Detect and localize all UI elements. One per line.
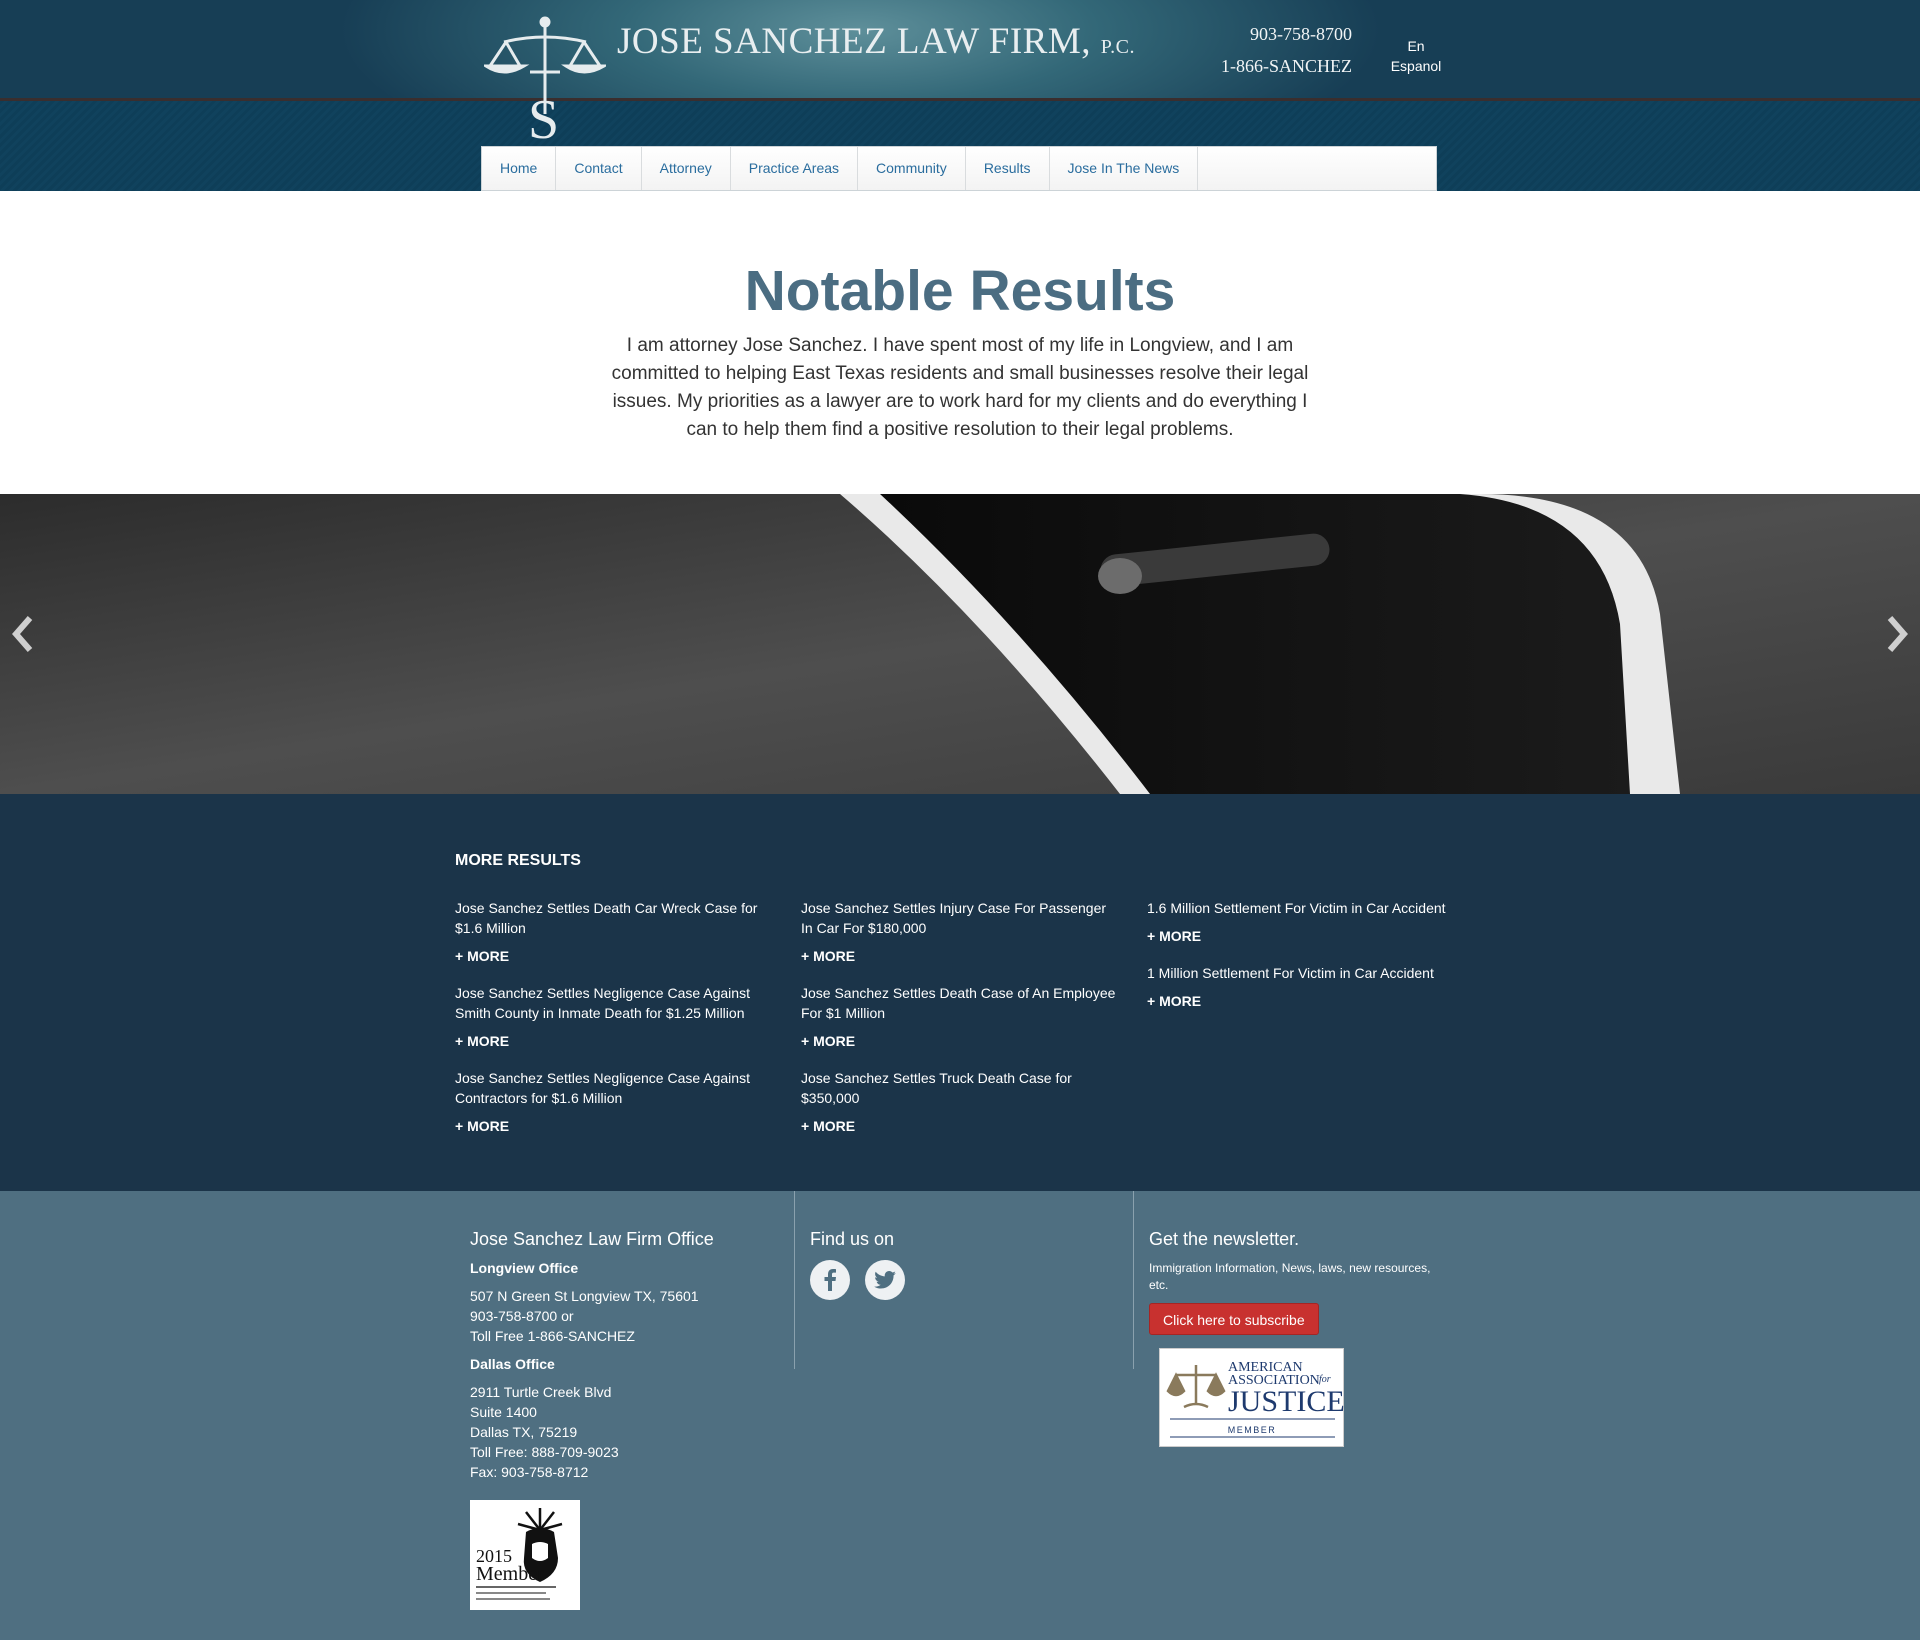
result-item: 1 Million Settlement For Victim in Car A… (1147, 963, 1467, 1009)
nav-community[interactable]: Community (858, 147, 966, 190)
slider-prev-chevron-left-icon[interactable] (8, 614, 38, 654)
member-2015-badge[interactable]: 2015 Member (470, 1500, 580, 1610)
toll-free-line[interactable]: Toll Free: 888-709-9023 (470, 1442, 770, 1462)
result-item: Jose Sanchez Settles Death Case of An Em… (801, 983, 1119, 1049)
subscribe-button[interactable]: Click here to subscribe (1149, 1303, 1319, 1335)
site-footer: Jose Sanchez Law Firm Office Longview Of… (0, 1191, 1920, 1640)
firm-suffix: P.C. (1100, 36, 1136, 58)
footer-office-column: Jose Sanchez Law Firm Office Longview Of… (470, 1229, 770, 1492)
result-title[interactable]: Jose Sanchez Settles Death Case of An Em… (801, 983, 1119, 1023)
footer-divider (1133, 1191, 1134, 1369)
social-links (810, 1260, 1110, 1300)
lang-english-link[interactable]: En (1384, 36, 1448, 56)
address-line: 507 N Green St Longview TX, 75601 (470, 1288, 699, 1304)
nav-jose-in-the-news[interactable]: Jose In The News (1050, 147, 1199, 190)
dallas-address: 2911 Turtle Creek Blvd Suite 1400 Dallas… (470, 1382, 770, 1482)
result-title[interactable]: 1 Million Settlement For Victim in Car A… (1147, 963, 1467, 983)
result-more-link[interactable]: + MORE (801, 948, 1119, 964)
result-more-link[interactable]: + MORE (801, 1033, 1119, 1049)
address-line: Suite 1400 (470, 1404, 537, 1420)
result-more-link[interactable]: + MORE (801, 1118, 1119, 1134)
firm-name: JOSE SANCHEZ LAW FIRM, (617, 21, 1092, 62)
result-more-link[interactable]: + MORE (455, 1118, 773, 1134)
phone-toll-free[interactable]: 1-866-SANCHEZ (1221, 56, 1352, 77)
result-item: Jose Sanchez Settles Injury Case For Pas… (801, 898, 1119, 964)
result-title[interactable]: Jose Sanchez Settles Injury Case For Pas… (801, 898, 1119, 938)
footer-newsletter-column: Get the newsletter. Immigration Informat… (1149, 1229, 1469, 1335)
result-title[interactable]: 1.6 Million Settlement For Victim in Car… (1147, 898, 1467, 918)
office-heading: Jose Sanchez Law Firm Office (470, 1229, 714, 1249)
longview-office-label: Longview Office (470, 1260, 579, 1276)
result-title[interactable]: Jose Sanchez Settles Truck Death Case fo… (801, 1068, 1119, 1108)
aaj-line-for: for (1319, 1374, 1331, 1385)
firm-name-logo[interactable]: JOSE SANCHEZ LAW FIRM, P.C. (617, 20, 1135, 63)
phone-local[interactable]: 903-758-8700 (1250, 24, 1352, 45)
result-more-link[interactable]: + MORE (1147, 928, 1467, 944)
more-results-section: MORE RESULTS Jose Sanchez Settles Death … (0, 794, 1920, 1191)
nav-attorney[interactable]: Attorney (642, 147, 731, 190)
twitter-icon[interactable] (865, 1260, 905, 1300)
scales-of-justice-logo-icon[interactable]: S (484, 14, 606, 142)
result-item: Jose Sanchez Settles Negligence Case Aga… (455, 1068, 773, 1134)
longview-address: 507 N Green St Longview TX, 75601 903-75… (470, 1286, 770, 1346)
result-more-link[interactable]: + MORE (1147, 993, 1467, 1009)
find-us-heading: Find us on (810, 1229, 895, 1249)
dallas-office-label: Dallas Office (470, 1356, 555, 1372)
newsletter-description: Immigration Information, News, laws, new… (1149, 1261, 1431, 1292)
more-results-heading: MORE RESULTS (455, 852, 581, 869)
footer-divider (794, 1191, 795, 1369)
footer-social-column: Find us on (810, 1229, 1110, 1300)
nav-practice-areas[interactable]: Practice Areas (731, 147, 859, 190)
results-column-1: Jose Sanchez Settles Death Car Wreck Cas… (455, 898, 773, 1153)
result-title[interactable]: Jose Sanchez Settles Death Car Wreck Cas… (455, 898, 773, 938)
result-item: Jose Sanchez Settles Truck Death Case fo… (801, 1068, 1119, 1134)
main-nav: Home Contact Attorney Practice Areas Com… (481, 146, 1437, 191)
aaj-member-badge[interactable]: AMERICAN ASSOCIATION for JUSTICE MEMBER (1159, 1348, 1345, 1447)
result-item: Jose Sanchez Settles Negligence Case Aga… (455, 983, 773, 1049)
slider-next-chevron-right-icon[interactable] (1882, 614, 1912, 654)
address-line: Dallas TX, 75219 (470, 1424, 578, 1440)
slider-image (0, 494, 1920, 794)
address-line: 2911 Turtle Creek Blvd (470, 1384, 612, 1400)
toll-free-line[interactable]: Toll Free 1-866-SANCHEZ (470, 1326, 770, 1346)
results-column-2: Jose Sanchez Settles Injury Case For Pas… (801, 898, 1119, 1153)
language-switcher: En Espanol (1384, 36, 1448, 76)
result-item: 1.6 Million Settlement For Victim in Car… (1147, 898, 1467, 944)
lang-spanish-link[interactable]: Espanol (1384, 56, 1448, 76)
results-column-3: 1.6 Million Settlement For Victim in Car… (1147, 898, 1467, 1028)
fax-line: Fax: 903-758-8712 (470, 1464, 589, 1480)
nav-contact[interactable]: Contact (556, 147, 642, 190)
facebook-icon[interactable] (810, 1260, 850, 1300)
member-badge-word: Member (476, 1563, 544, 1585)
result-more-link[interactable]: + MORE (455, 948, 773, 964)
newsletter-heading: Get the newsletter. (1149, 1229, 1300, 1249)
nav-home[interactable]: Home (482, 147, 557, 190)
nav-results[interactable]: Results (966, 147, 1050, 190)
result-item: Jose Sanchez Settles Death Car Wreck Cas… (455, 898, 773, 964)
intro-paragraph: I am attorney Jose Sanchez. I have spent… (611, 335, 1309, 440)
svg-text:S: S (528, 89, 559, 142)
aaj-line-member: MEMBER (1228, 1425, 1277, 1435)
aaj-line-justice: JUSTICE (1228, 1385, 1345, 1418)
phone-line[interactable]: 903-758-8700 or (470, 1306, 770, 1326)
result-title[interactable]: Jose Sanchez Settles Negligence Case Aga… (455, 983, 773, 1023)
page-title: Notable Results (744, 259, 1176, 323)
image-slider (0, 494, 1920, 794)
result-title[interactable]: Jose Sanchez Settles Negligence Case Aga… (455, 1068, 773, 1108)
site-header: S JOSE SANCHEZ LAW FIRM, P.C. 903-758-87… (0, 0, 1920, 191)
result-more-link[interactable]: + MORE (455, 1033, 773, 1049)
